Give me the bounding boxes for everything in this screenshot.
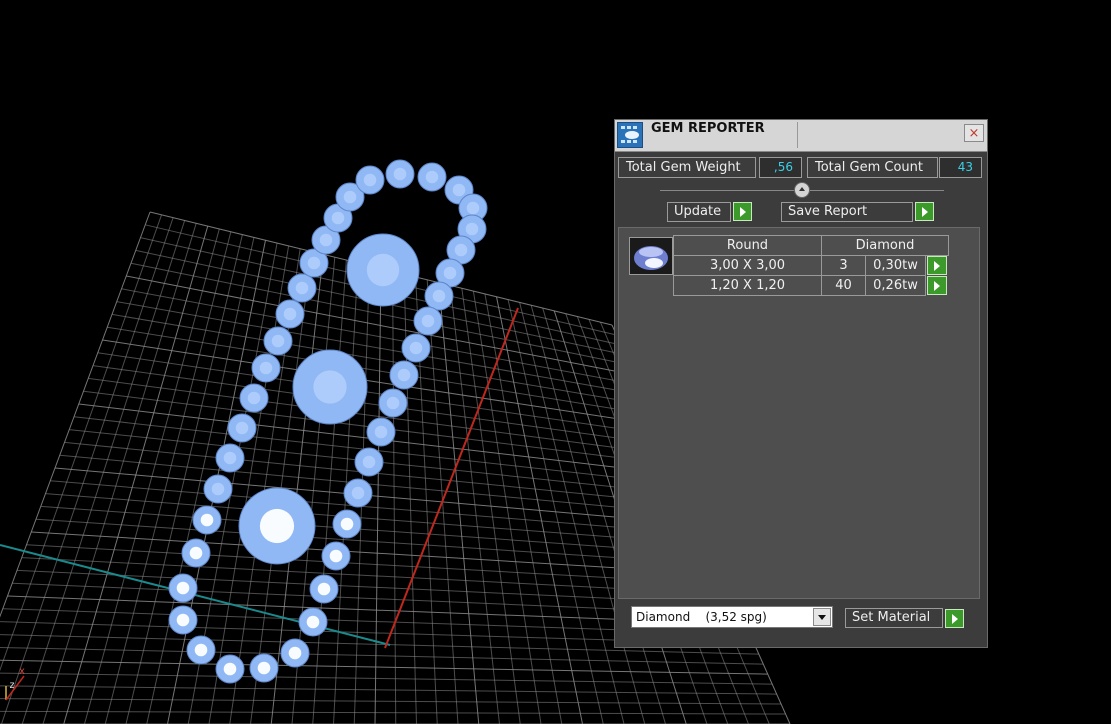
total-gem-weight-label: Total Gem Weight bbox=[618, 157, 756, 178]
axis-z-label: z bbox=[9, 680, 16, 691]
side-stone[interactable] bbox=[343, 478, 373, 508]
save-report-button[interactable]: Save Report bbox=[781, 202, 913, 222]
grid-line bbox=[0, 710, 786, 715]
side-stone[interactable] bbox=[401, 333, 431, 363]
side-stone[interactable] bbox=[321, 541, 351, 571]
dropdown-arrow-icon[interactable] bbox=[813, 608, 831, 626]
side-stone[interactable] bbox=[192, 505, 222, 535]
side-stone[interactable] bbox=[389, 360, 419, 390]
total-gem-count-label: Total Gem Count bbox=[807, 157, 938, 178]
side-stone[interactable] bbox=[215, 654, 245, 684]
side-stone[interactable] bbox=[378, 388, 408, 418]
panel-title: GEM REPORTER bbox=[651, 121, 765, 136]
center-stone[interactable] bbox=[346, 233, 420, 307]
side-stone[interactable] bbox=[298, 607, 328, 637]
close-icon[interactable]: × bbox=[964, 124, 984, 142]
center-stone[interactable] bbox=[238, 487, 316, 565]
side-stone[interactable] bbox=[309, 574, 339, 604]
side-stone[interactable] bbox=[280, 638, 310, 668]
side-stone[interactable] bbox=[385, 159, 415, 189]
side-stone[interactable] bbox=[186, 635, 216, 665]
title-bar[interactable]: GEM REPORTER × bbox=[615, 120, 987, 152]
row1-size: 3,00 X 3,00 bbox=[673, 255, 822, 276]
row1-weight: 0,30tw bbox=[865, 255, 926, 276]
gem-reporter-panel: GEM REPORTER × Total Gem Weight ,56 Tota… bbox=[614, 119, 988, 648]
side-stone[interactable] bbox=[203, 474, 233, 504]
side-stone[interactable] bbox=[215, 443, 245, 473]
gem-thumbnail-icon[interactable] bbox=[629, 237, 673, 275]
total-gem-count-value: 43 bbox=[939, 157, 982, 178]
side-stone[interactable] bbox=[275, 299, 305, 329]
center-stone[interactable] bbox=[292, 349, 368, 425]
row1-count: 3 bbox=[821, 255, 866, 276]
side-stone[interactable] bbox=[417, 162, 447, 192]
side-stone[interactable] bbox=[227, 413, 257, 443]
update-button[interactable]: Update bbox=[667, 202, 731, 222]
gem-reporter-icon bbox=[617, 122, 643, 148]
row2-weight: 0,26tw bbox=[865, 275, 926, 296]
total-gem-weight-value: ,56 bbox=[759, 157, 802, 178]
side-stone[interactable] bbox=[424, 281, 454, 311]
side-stone[interactable] bbox=[168, 573, 198, 603]
side-stone[interactable] bbox=[355, 165, 385, 195]
side-stone[interactable] bbox=[251, 353, 281, 383]
header-shape: Round bbox=[673, 235, 822, 256]
row2-select-play-icon[interactable] bbox=[927, 276, 947, 295]
material-select-value: Diamond (3,52 spg) bbox=[636, 610, 767, 624]
side-stone[interactable] bbox=[332, 509, 362, 539]
gem-list: Round Diamond 3,00 X 3,00 3 0,30tw 1,20 … bbox=[618, 227, 980, 599]
row2-size: 1,20 X 1,20 bbox=[673, 275, 822, 296]
side-stone[interactable] bbox=[354, 447, 384, 477]
side-stone[interactable] bbox=[287, 273, 317, 303]
grid-line bbox=[0, 646, 764, 665]
side-stone[interactable] bbox=[413, 306, 443, 336]
y-axis-line bbox=[384, 307, 519, 649]
side-stone[interactable] bbox=[249, 653, 279, 683]
row1-select-play-icon[interactable] bbox=[927, 256, 947, 275]
set-material-play-icon[interactable] bbox=[945, 609, 964, 628]
grid-line bbox=[0, 211, 151, 618]
set-material-button[interactable]: Set Material bbox=[845, 608, 943, 628]
material-select[interactable]: Diamond (3,52 spg) bbox=[631, 606, 833, 628]
side-stone[interactable] bbox=[263, 326, 293, 356]
row2-count: 40 bbox=[821, 275, 866, 296]
grid-line bbox=[0, 685, 777, 695]
grid-line bbox=[0, 698, 782, 705]
side-stone[interactable] bbox=[239, 383, 269, 413]
axis-x-label: x bbox=[19, 666, 26, 677]
update-play-icon[interactable] bbox=[733, 202, 752, 221]
collapse-slider-knob[interactable] bbox=[794, 182, 810, 198]
side-stone[interactable] bbox=[168, 605, 198, 635]
side-stone[interactable] bbox=[366, 417, 396, 447]
header-material: Diamond bbox=[821, 235, 949, 256]
save-report-play-icon[interactable] bbox=[915, 202, 934, 221]
title-separator bbox=[797, 122, 798, 148]
side-stone[interactable] bbox=[181, 538, 211, 568]
